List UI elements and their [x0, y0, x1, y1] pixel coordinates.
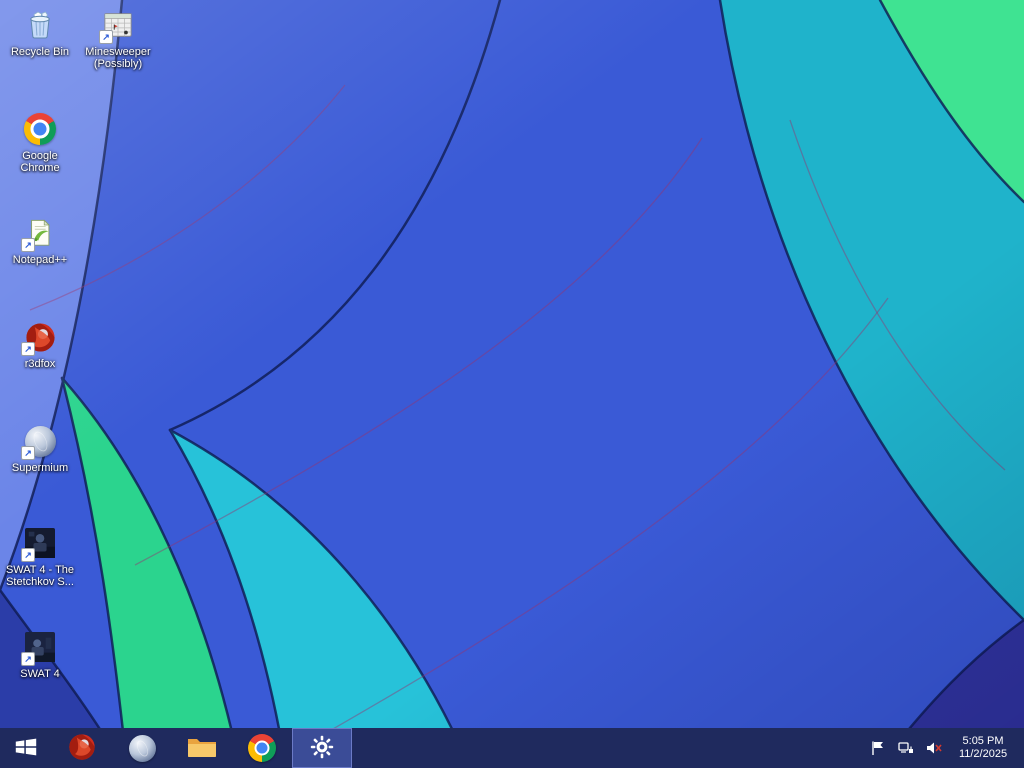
desktop-icon-minesweeper[interactable]: ↗ Minesweeper (Possibly) [80, 8, 156, 70]
r3dfox-icon [68, 733, 96, 764]
chrome-icon [23, 112, 57, 146]
supermium-globe-icon [128, 734, 156, 762]
desktop-icon-supermium[interactable]: ↗ Supermium [2, 424, 78, 474]
desktop-icon-swat4[interactable]: ↗ SWAT 4 [2, 630, 78, 680]
minesweeper-icon: ↗ [99, 8, 135, 44]
shortcut-arrow-icon: ↗ [99, 30, 113, 44]
swat4-stetchkov-icon: ↗ [21, 526, 57, 562]
desktop-icon-swat4-stetchkov[interactable]: ↗ SWAT 4 - The Stetchkov S... [2, 526, 78, 588]
file-explorer-folder-icon [187, 735, 217, 762]
desktop-icon-label: Recycle Bin [10, 46, 70, 58]
desktop-icon-recycle-bin[interactable]: Recycle Bin [2, 8, 78, 58]
settings-gear-icon [310, 735, 334, 762]
shortcut-arrow-icon: ↗ [21, 548, 35, 562]
desktop-icon-label: Supermium [11, 462, 69, 474]
desktop-icon-label: Google Chrome [20, 150, 60, 174]
taskbar-item-chrome[interactable] [232, 728, 292, 768]
wallpaper-lighting-overlay [0, 0, 1024, 768]
r3dfox-icon: ↗ [21, 320, 57, 356]
desktop-icon-google-chrome[interactable]: Google Chrome [2, 112, 78, 174]
network-icon[interactable] [896, 728, 916, 768]
taskbar-item-supermium[interactable] [112, 728, 172, 768]
taskbar-item-r3dfox[interactable] [52, 728, 112, 768]
notepad-plus-plus-icon: ↗ [21, 216, 57, 252]
desktop-icon-notepad-plus-plus[interactable]: ↗ Notepad++ [2, 216, 78, 266]
desktop-icon-label: Notepad++ [12, 254, 68, 266]
desktop-icon-label: SWAT 4 [20, 668, 60, 680]
action-center-flag-icon[interactable] [868, 728, 888, 768]
desktop-icon-r3dfox[interactable]: ↗ r3dfox [2, 320, 78, 370]
desktop-icon-label: r3dfox [24, 358, 56, 370]
desktop-icon-label: SWAT 4 - The Stetchkov S... [5, 564, 75, 588]
supermium-globe-icon: ↗ [21, 424, 57, 460]
wallpaper-balloon [0, 0, 1024, 768]
taskbar-item-settings[interactable] [292, 728, 352, 768]
taskbar-item-file-explorer[interactable] [172, 728, 232, 768]
chrome-icon [248, 734, 276, 762]
shortcut-arrow-icon: ↗ [21, 342, 35, 356]
start-button[interactable] [0, 728, 52, 768]
shortcut-arrow-icon: ↗ [21, 238, 35, 252]
system-tray: 5:05 PM 11/2/2025 [868, 728, 1024, 768]
clock-time: 5:05 PM [962, 735, 1004, 747]
taskbar-clock[interactable]: 5:05 PM 11/2/2025 [952, 735, 1014, 761]
shortcut-arrow-icon: ↗ [21, 652, 35, 666]
desktop-icon-label: Minesweeper (Possibly) [85, 46, 151, 70]
recycle-bin-icon [23, 8, 57, 42]
taskbar: 5:05 PM 11/2/2025 [0, 728, 1024, 768]
shortcut-arrow-icon: ↗ [21, 446, 35, 460]
volume-muted-icon[interactable] [924, 728, 944, 768]
windows-logo-icon [13, 734, 39, 763]
swat4-icon: ↗ [21, 630, 57, 666]
clock-date: 11/2/2025 [958, 748, 1008, 760]
